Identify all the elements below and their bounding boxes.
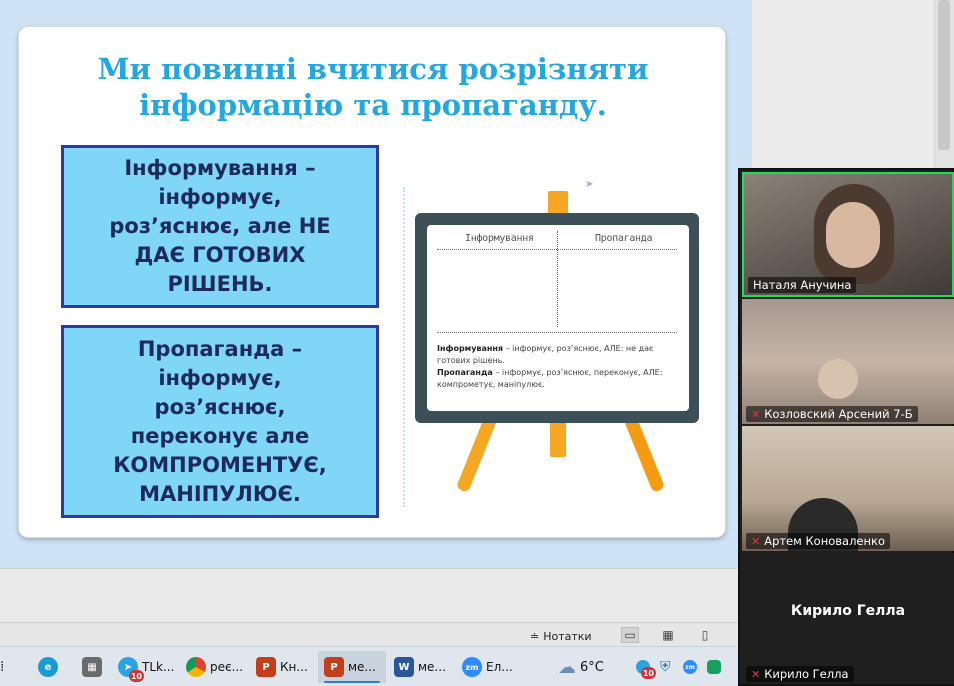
notes-button[interactable]: ≐ Нотатки bbox=[530, 628, 592, 644]
slide-sorter-button[interactable]: ▦ bbox=[659, 627, 677, 643]
telegram-icon: ➤ 10 bbox=[118, 657, 144, 682]
reading-view-button[interactable]: ▯ bbox=[696, 627, 714, 643]
taskbar-powerpoint-2[interactable]: P ме... bbox=[318, 651, 386, 683]
taskbar-label: ме... bbox=[418, 660, 446, 674]
propaganda-box: Пропаганда – інформує, роз’яснює, переко… bbox=[61, 325, 379, 518]
taskbar-label: TLk... bbox=[142, 660, 175, 674]
taskbar-telegram[interactable]: ➤ 10 TLk... bbox=[118, 651, 174, 683]
zoom-gallery: Наталя Анучина ✕ Козловский Арсений 7-Б ✕… bbox=[738, 168, 954, 686]
slide[interactable]: Ми повинні вчитися розрізняти інформацію… bbox=[18, 26, 726, 538]
unread-badge: 10 bbox=[128, 670, 144, 682]
slide-sorter-icon: ▦ bbox=[662, 628, 674, 642]
column-heading-propaganda: Пропаганда bbox=[595, 233, 653, 244]
taskbar-label: реє... bbox=[210, 660, 244, 674]
participant-name-text: Артем Коноваленко bbox=[764, 534, 885, 548]
taskbar-zoom[interactable]: zm Ел... bbox=[462, 651, 513, 683]
video-tile[interactable]: ✕ Артем Коноваленко bbox=[742, 426, 954, 551]
tray-zoom[interactable]: zm bbox=[683, 651, 697, 683]
participant-face bbox=[826, 202, 880, 268]
edge-icon: e bbox=[38, 657, 58, 677]
dotted-divider bbox=[403, 187, 405, 507]
cursor-arrow-icon: ➤ bbox=[585, 179, 594, 190]
normal-view-button[interactable]: ▭ bbox=[621, 627, 639, 643]
easel-paper: Інформування Пропаганда Інформування – і… bbox=[427, 225, 689, 411]
def-term: Інформування bbox=[437, 344, 504, 353]
mic-off-icon: ✕ bbox=[751, 534, 761, 548]
participant-name-text: Наталя Анучина bbox=[753, 278, 852, 292]
participant-name-text: Козловский Арсений 7-Б bbox=[764, 407, 913, 421]
participant-name: Наталя Анучина bbox=[748, 277, 857, 293]
tray-telegram[interactable]: 10 bbox=[636, 651, 656, 683]
cloud-icon: ☁ bbox=[558, 656, 576, 678]
video-tile[interactable]: ✕ Козловский Арсений 7-Б bbox=[742, 299, 954, 424]
weather-widget[interactable]: ☁ 6°C bbox=[558, 651, 604, 683]
notes-icon: ≐ bbox=[530, 629, 540, 643]
normal-view-icon: ▭ bbox=[624, 628, 636, 642]
task-view-icon: ⁞ bbox=[0, 659, 5, 675]
shield-icon: ⛨ bbox=[660, 659, 671, 675]
no-video-name: Кирило Гелла bbox=[790, 603, 906, 619]
tray-badge: 10 bbox=[640, 667, 656, 679]
taskbar-powerpoint-1[interactable]: P Кн... bbox=[256, 651, 308, 683]
notes-pane[interactable] bbox=[0, 568, 740, 622]
weather-temp: 6°C bbox=[580, 659, 604, 675]
active-indicator bbox=[324, 681, 380, 683]
zoom-icon: zm bbox=[462, 657, 482, 677]
participant-face bbox=[818, 359, 858, 399]
participant-name: ✕ Кирило Гелла bbox=[746, 666, 854, 682]
informing-box: Інформування – інформує, роз’яснює, але … bbox=[61, 145, 379, 308]
scrollbar-thumb[interactable] bbox=[938, 0, 950, 150]
notes-label: Нотатки bbox=[543, 629, 592, 643]
column-heading-informing: Інформування bbox=[465, 233, 534, 244]
taskbar-edge[interactable]: e bbox=[38, 651, 58, 683]
taskbar-label: ме... bbox=[348, 660, 376, 674]
calculator-icon: ▦ bbox=[82, 657, 102, 677]
status-bar: ≐ Нотатки ▭ ▦ ▯ bbox=[0, 622, 740, 646]
chrome-icon bbox=[186, 657, 206, 677]
taskbar-label: Кн... bbox=[280, 660, 308, 674]
zoom-tray-icon: zm bbox=[683, 660, 697, 674]
taskbar-chrome[interactable]: реє... bbox=[186, 651, 243, 683]
table-divider bbox=[557, 231, 558, 327]
word-icon: W bbox=[394, 657, 414, 677]
taskbar-label: Ел... bbox=[486, 660, 513, 674]
video-tile[interactable]: Кирило Гелла ✕ Кирило Гелла bbox=[742, 553, 954, 684]
reading-view-icon: ▯ bbox=[701, 628, 709, 642]
tray-app[interactable] bbox=[707, 651, 721, 683]
app-tray-icon bbox=[707, 660, 721, 674]
participant-name: ✕ Козловский Арсений 7-Б bbox=[746, 406, 918, 422]
task-view-button[interactable]: ⁞ bbox=[0, 651, 14, 683]
tray-shield[interactable]: ⛨ bbox=[660, 651, 671, 683]
mic-off-icon: ✕ bbox=[751, 407, 761, 421]
def-term: Пропаганда bbox=[437, 368, 493, 377]
taskbar-calculator[interactable]: ▦ bbox=[82, 651, 102, 683]
powerpoint-icon: P bbox=[324, 657, 344, 677]
mic-off-icon: ✕ bbox=[751, 667, 761, 681]
easel-center-leg bbox=[550, 417, 566, 457]
participant-name: ✕ Артем Коноваленко bbox=[746, 533, 890, 549]
slide-title: Ми повинні вчитися розрізняти інформацію… bbox=[97, 52, 649, 122]
telegram-tray-icon: 10 bbox=[636, 660, 656, 679]
taskbar-word[interactable]: W ме... bbox=[394, 651, 446, 683]
definitions-text: Інформування – інформує, роз’яснює, АЛЕ:… bbox=[437, 343, 682, 391]
participant-name-text: Кирило Гелла bbox=[764, 667, 849, 681]
table-rule bbox=[437, 332, 677, 333]
powerpoint-icon: P bbox=[256, 657, 276, 677]
video-tile[interactable]: Наталя Анучина bbox=[742, 172, 954, 297]
